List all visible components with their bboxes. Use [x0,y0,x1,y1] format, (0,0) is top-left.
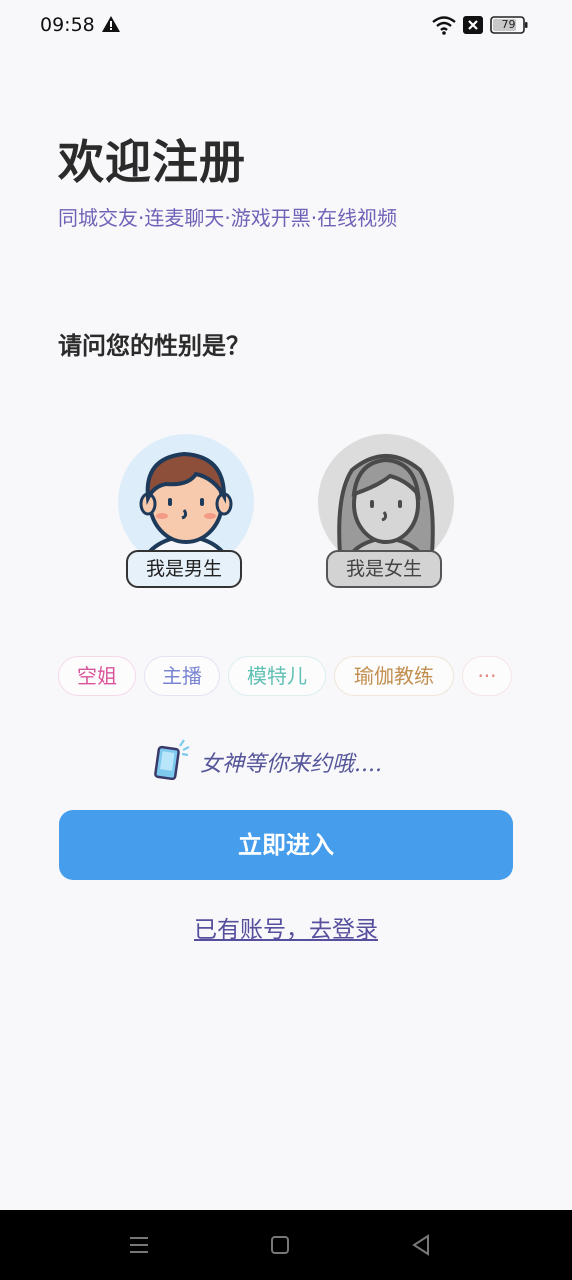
tag-stewardess[interactable]: 空姐 [58,656,136,696]
male-label: 我是男生 [126,550,242,588]
gender-question: 请问您的性别是？ [58,332,250,360]
no-sim-icon [463,16,483,34]
tag-yoga-coach[interactable]: 瑜伽教练 [334,656,454,696]
tag-more[interactable]: ··· [462,656,512,696]
status-time: 09:58 [40,14,95,36]
battery-level: 79 [501,18,516,31]
page-title: 欢迎注册 [58,135,246,189]
enter-button[interactable]: 立即进入 [59,810,513,880]
hint-text: 女神等你来约哦.... [200,752,382,777]
wifi-icon [432,16,456,35]
page-subtitle: 同城交友·连麦聊天·游戏开黑·在线视频 [58,206,398,230]
login-link[interactable]: 已有账号，去登录 [0,910,572,944]
back-icon[interactable] [410,1234,432,1256]
warning-icon [102,16,120,32]
male-option[interactable]: 我是男生 [118,434,254,594]
tag-model[interactable]: 模特儿 [228,656,326,696]
phone-icon [154,739,190,780]
navigation-bar [0,1210,572,1280]
status-bar: 09:58 79 [0,0,572,52]
tag-streamer[interactable]: 主播 [144,656,220,696]
menu-icon[interactable] [128,1234,150,1256]
female-option[interactable]: 我是女生 [318,434,454,594]
female-label: 我是女生 [326,550,442,588]
home-icon[interactable] [270,1235,290,1255]
